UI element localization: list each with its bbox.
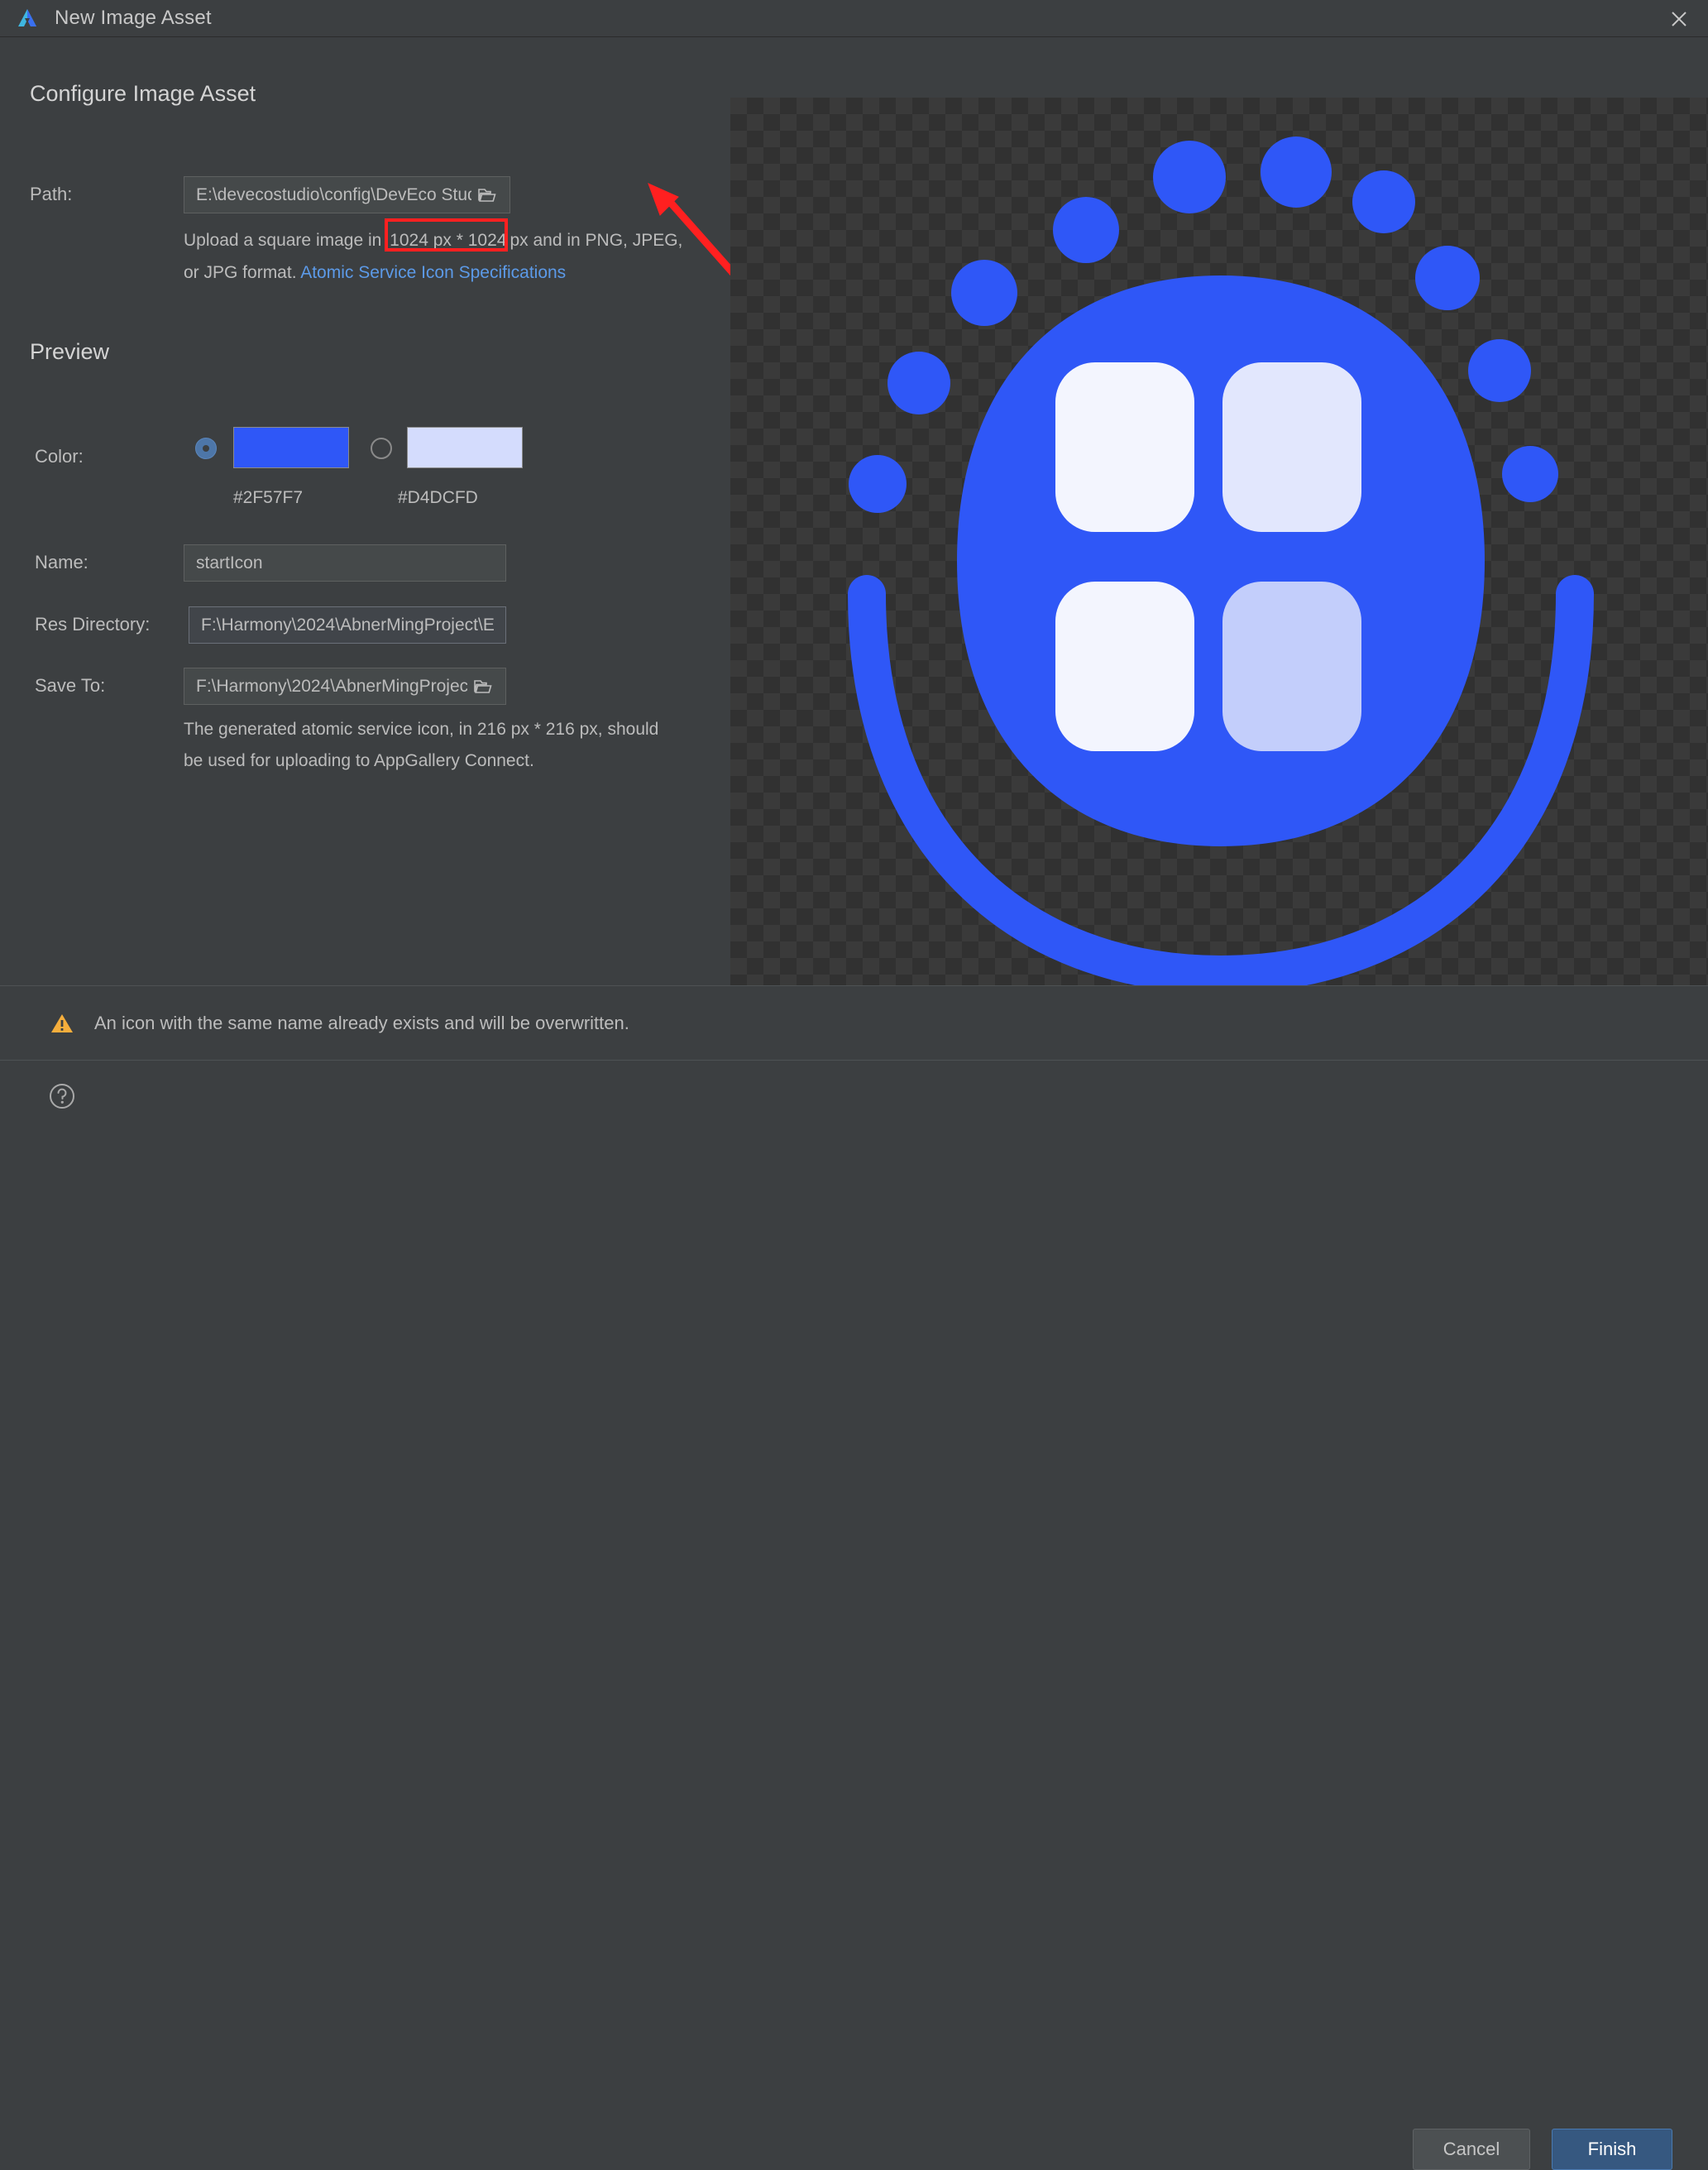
desc-part-1: Upload a square image in [184, 231, 387, 250]
icon-preview-canvas [730, 98, 1708, 1001]
upload-description: Upload a square image in 1024 px * 1024 … [184, 218, 696, 289]
res-directory-input[interactable]: F:\Harmony\2024\AbnerMingProject\EasyRec… [189, 606, 506, 644]
deveco-studio-logo-icon [15, 6, 40, 31]
name-label: Name: [35, 552, 89, 572]
highlight-1024px-annotation: 1024 px * 1024 [385, 218, 510, 257]
color-option-primary-radio[interactable] [195, 438, 217, 459]
cancel-button[interactable]: Cancel [1413, 2129, 1530, 2170]
atomic-service-icon-preview [848, 137, 1594, 994]
dialog-body: Configure Image Asset Path: E:\devecostu… [0, 37, 1708, 1001]
configuration-pane: Configure Image Asset Path: E:\devecostu… [0, 37, 739, 985]
name-input-value: startIcon [196, 553, 263, 572]
warning-message: An icon with the same name already exist… [94, 1013, 629, 1033]
desc-highlight: 1024 px * 1024 [390, 231, 507, 250]
save-to-label: Save To: [35, 675, 106, 696]
section-heading-preview: Preview [30, 339, 110, 364]
window-title: New Image Asset [55, 7, 212, 29]
generated-icon-note: The generated atomic service icon, in 21… [184, 720, 659, 770]
res-directory-input-value: F:\Harmony\2024\AbnerMingProject\EasyRec… [201, 615, 494, 635]
save-to-input[interactable]: F:\Harmony\2024\AbnerMingProject\EasyRec… [184, 668, 506, 705]
section-heading-configure: Configure Image Asset [30, 81, 256, 106]
folder-open-icon[interactable] [476, 184, 498, 206]
help-circle-icon[interactable] [46, 1080, 78, 1112]
path-label: Path: [30, 184, 73, 204]
res-directory-label: Res Directory: [35, 614, 151, 635]
path-input-value: E:\devecostudio\config\DevEco Studio\plu… [196, 184, 471, 204]
folder-open-icon[interactable] [472, 676, 494, 697]
color-swatch-primary[interactable] [233, 427, 349, 468]
atomic-service-icon-specifications-link[interactable]: Atomic Service Icon Specifications [300, 263, 566, 282]
warning-bar: An icon with the same name already exist… [0, 985, 1708, 1061]
color-hex-secondary: #D4DCFD [398, 488, 478, 507]
dialog-footer: Cancel Finish [0, 1060, 1708, 2170]
finish-button[interactable]: Finish [1552, 2129, 1672, 2170]
window-title-bar: New Image Asset [0, 0, 1708, 37]
warning-triangle-icon [50, 1011, 74, 1036]
color-hex-primary: #2F57F7 [233, 488, 304, 507]
color-option-secondary-radio[interactable] [371, 438, 392, 459]
color-label: Color: [35, 446, 84, 467]
name-input[interactable]: startIcon [184, 544, 506, 582]
close-icon[interactable] [1663, 3, 1695, 35]
color-swatch-secondary[interactable] [407, 427, 523, 468]
path-input[interactable]: E:\devecostudio\config\DevEco Studio\plu… [184, 176, 510, 213]
save-to-input-value: F:\Harmony\2024\AbnerMingProject\EasyRec… [196, 676, 467, 696]
